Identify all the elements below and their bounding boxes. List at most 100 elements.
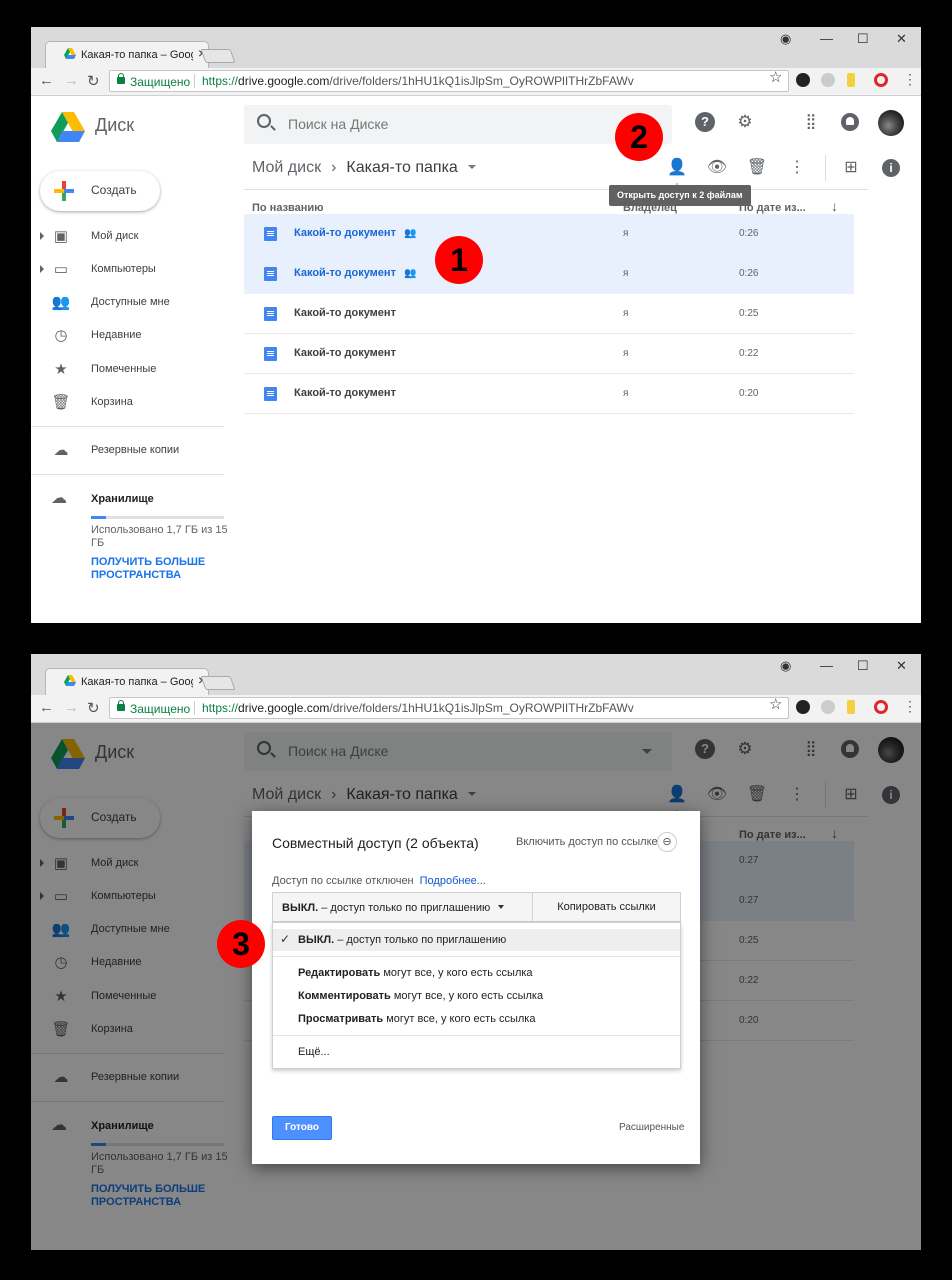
access-level-menu: ✓ ВЫКЛ. – доступ только по приглашению Ре… [272, 922, 681, 1069]
table-row[interactable]: Какой-то документ я 0:25 [244, 294, 854, 334]
grid-view-icon[interactable]: ⊞ [840, 157, 862, 179]
more-actions-icon[interactable]: ⋮ [786, 157, 808, 179]
url-text: https://drive.google.com/drive/folders/1… [202, 74, 634, 88]
chevron-down-icon[interactable] [467, 165, 476, 169]
notifications-icon[interactable] [841, 113, 859, 131]
file-date: 0:20 [739, 388, 759, 399]
computers-icon: ▭ [53, 261, 69, 278]
menu-item-view[interactable]: Просматривать могут все, у кого есть ссы… [273, 1008, 680, 1030]
profile-icon[interactable]: ◉ [780, 31, 791, 47]
step-marker-3: 3 [217, 920, 265, 968]
sidebar-item-starred[interactable]: ★ Помеченные [31, 358, 231, 382]
bookmark-star-icon[interactable]: ☆ [769, 695, 782, 713]
sidebar-item-computers[interactable]: ▭ Компьютеры [31, 258, 231, 282]
menu-item-more[interactable]: Ещё... [273, 1041, 680, 1063]
address-row: ← → ↻ Защищено https://drive.google.com/… [31, 68, 921, 96]
minimize-icon[interactable]: — [820, 658, 833, 673]
maximize-icon[interactable]: ☐ [857, 31, 869, 47]
close-window-icon[interactable]: ✕ [896, 31, 907, 47]
file-name: Какой-то документ [294, 307, 396, 319]
close-window-icon[interactable]: ✕ [896, 658, 907, 674]
table-row[interactable]: Какой-то документ я 0:20 [244, 374, 854, 414]
extension-icon[interactable] [796, 73, 810, 87]
bookmark-star-icon[interactable]: ☆ [769, 68, 782, 86]
reload-icon[interactable]: ↻ [87, 699, 100, 717]
profile-icon[interactable]: ◉ [780, 658, 791, 674]
search-input[interactable]: Поиск на Диске [244, 105, 672, 144]
browser-tab[interactable]: Какая-то папка – Google Д × [45, 41, 209, 68]
drive-app: Диск Поиск на Диске ? ⚙ ⣿ Создать ▣ Мой д… [31, 96, 921, 623]
copy-links-button[interactable]: Копировать ссылки [532, 892, 681, 922]
extension-icon[interactable] [796, 700, 810, 714]
avatar[interactable] [878, 110, 904, 136]
cloud-outline-icon: ☁ [51, 490, 67, 507]
column-name[interactable]: По названию [252, 202, 324, 214]
extension-globe-icon[interactable] [821, 73, 835, 87]
learn-more-link[interactable]: Подробнее... [420, 875, 486, 887]
opera-icon[interactable] [874, 73, 888, 87]
forward-icon[interactable]: → [64, 699, 79, 716]
new-tab-button[interactable] [200, 676, 236, 690]
delete-icon[interactable]: 🗑 [746, 157, 768, 179]
drive-favicon-icon [64, 48, 76, 59]
sidebar-item-recent[interactable]: ◷ Недавние [31, 324, 231, 348]
shared-people-icon: 👥 [403, 228, 417, 239]
get-more-storage-link[interactable]: ПОЛУЧИТЬ БОЛЬШЕ ПРОСТРАНСТВА [91, 556, 231, 582]
table-row[interactable]: Какой-то документ 👥 я 0:26 [244, 254, 854, 294]
file-date: 0:26 [739, 268, 759, 279]
address-bar[interactable]: Защищено https://drive.google.com/drive/… [109, 70, 789, 92]
browser-menu-icon[interactable]: ⋮ [903, 698, 917, 715]
extension-globe-icon[interactable] [821, 700, 835, 714]
sort-arrow-icon[interactable]: ↓ [831, 198, 838, 214]
opera-icon[interactable] [874, 700, 888, 714]
expand-arrow-icon[interactable] [40, 232, 44, 240]
extension-bulb-icon[interactable] [847, 73, 855, 87]
link-icon[interactable]: ⊖ [657, 832, 677, 852]
sidebar-item-my-drive[interactable]: ▣ Мой диск [31, 225, 231, 249]
advanced-link[interactable]: Расширенные [619, 1122, 684, 1133]
info-icon[interactable]: i [880, 157, 902, 179]
address-bar[interactable]: Защищено https://drive.google.com/drive/… [109, 697, 789, 719]
table-row[interactable]: Какой-то документ 👥 я 0:26 [244, 214, 854, 254]
browser-tab-bar: Какая-то папка – Google Д × ◉ — ☐ ✕ [31, 27, 921, 68]
done-button[interactable]: Готово [272, 1116, 332, 1140]
expand-arrow-icon[interactable] [40, 265, 44, 273]
url-text: https://drive.google.com/drive/folders/1… [202, 701, 634, 715]
access-level-select[interactable]: ВЫКЛ. – доступ только по приглашению [272, 892, 532, 922]
share-button[interactable]: 👤⁺ [657, 148, 697, 198]
browser-menu-icon[interactable]: ⋮ [903, 71, 917, 88]
enable-link-sharing[interactable]: Включить доступ по ссылке [516, 836, 658, 848]
people-icon: 👥 [51, 294, 71, 311]
sidebar-item-trash[interactable]: 🗑 Корзина [31, 391, 231, 415]
gear-icon[interactable]: ⚙ [735, 112, 755, 132]
create-button[interactable]: Создать [40, 171, 160, 211]
lock-icon [117, 700, 125, 711]
breadcrumb-root[interactable]: Мой диск [252, 159, 321, 176]
preview-eye-icon[interactable]: 👁 [706, 157, 728, 179]
breadcrumb: Мой диск › Какая-то папка [252, 159, 476, 177]
apps-grid-icon[interactable]: ⣿ [801, 112, 821, 132]
breadcrumb-current[interactable]: Какая-то папка [346, 159, 457, 176]
help-icon[interactable]: ? [695, 112, 715, 132]
table-row[interactable]: Какой-то документ я 0:22 [244, 334, 854, 374]
back-icon[interactable]: ← [39, 699, 54, 716]
create-label: Создать [91, 183, 137, 197]
lock-icon [117, 73, 125, 84]
browser-tab[interactable]: Какая-то папка – Google Д × [45, 668, 209, 695]
sidebar-item-shared[interactable]: 👥 Доступные мне [31, 291, 231, 315]
forward-icon[interactable]: → [64, 72, 79, 89]
back-icon[interactable]: ← [39, 72, 54, 89]
google-doc-icon [264, 347, 277, 361]
screenshot-1: Какая-то папка – Google Д × ◉ — ☐ ✕ ← → … [31, 27, 921, 623]
extension-bulb-icon[interactable] [847, 700, 855, 714]
reload-icon[interactable]: ↻ [87, 72, 100, 90]
screenshot-2: Какая-то папка – Google Д × ◉ — ☐ ✕ ← → … [31, 654, 921, 1250]
menu-item-off[interactable]: ✓ ВЫКЛ. – доступ только по приглашению [273, 929, 680, 951]
menu-item-comment[interactable]: Комментировать могут все, у кого есть сс… [273, 985, 680, 1007]
sidebar-item-backups[interactable]: ☁ Резервные копии [31, 439, 231, 463]
minimize-icon[interactable]: — [820, 31, 833, 46]
new-tab-button[interactable] [200, 49, 236, 63]
drive-favicon-icon [64, 675, 76, 686]
maximize-icon[interactable]: ☐ [857, 658, 869, 674]
menu-item-edit[interactable]: Редактировать могут все, у кого есть ссы… [273, 962, 680, 984]
